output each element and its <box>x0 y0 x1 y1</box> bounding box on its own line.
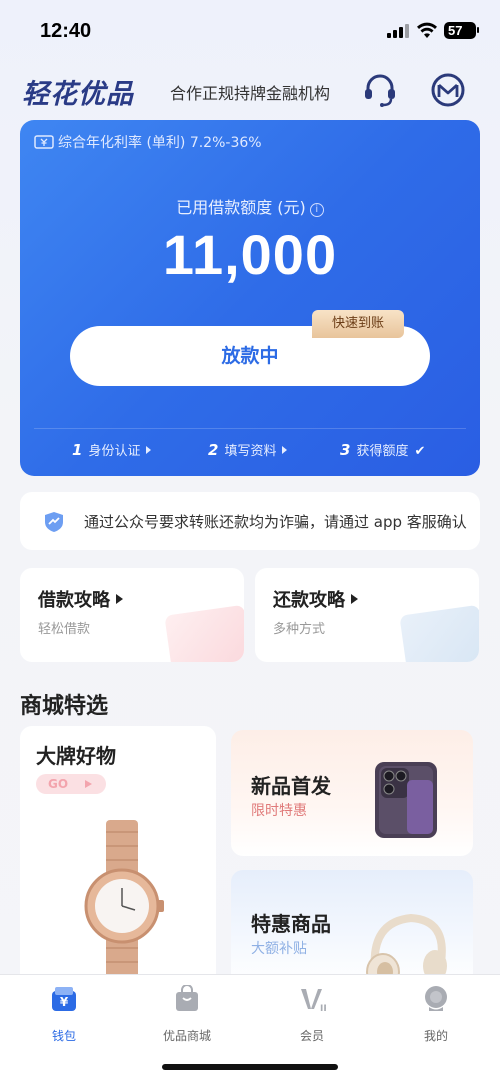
info-icon[interactable]: i <box>309 203 324 217</box>
guide-subtitle: 轻松借款 <box>38 622 91 637</box>
step-number: 1 <box>72 441 83 459</box>
phone-product-image <box>375 762 437 838</box>
vip-icon: IP <box>301 989 330 1014</box>
guide-title: 还款攻略 <box>273 586 358 612</box>
notice-text: 通过公众号要求转账还款均为诈骗，请通过 app 客服确认 <box>84 513 467 531</box>
borrow-guide-card[interactable]: 借款攻略 轻松借款 <box>20 568 244 662</box>
tab-profile[interactable]: 我的 <box>386 985 486 1044</box>
brand-goods-title: 大牌好物 <box>36 744 116 768</box>
tab-wallet[interactable]: ¥ 钱包 <box>14 985 114 1044</box>
new-arrival-subtitle: 限时特惠 <box>251 803 307 819</box>
interest-rate-line: 综合年化利率 (单利) 7.2%-36% <box>34 132 262 152</box>
step-label: 填写资料 <box>224 444 277 459</box>
tab-label: 优品商城 <box>162 1029 211 1043</box>
message-icon[interactable] <box>430 72 466 108</box>
fast-arrival-tag: 快速到账 <box>312 310 404 338</box>
headset-icon[interactable] <box>362 72 398 108</box>
guide-subtitle: 多种方式 <box>273 622 326 637</box>
profile-icon <box>425 986 447 1011</box>
new-arrival-title: 新品首发 <box>251 774 331 798</box>
step-number: 2 <box>208 441 219 459</box>
svg-text:IP: IP <box>320 1004 326 1013</box>
guide-title-text: 还款攻略 <box>273 590 345 611</box>
guide-title-text: 借款攻略 <box>38 590 110 611</box>
shield-icon <box>45 512 63 532</box>
checkmark-icon: ✔ <box>414 444 426 459</box>
special-offer-subtitle: 大额补贴 <box>251 941 307 957</box>
quota-label-text: 已用借款额度 (元) <box>176 198 306 217</box>
shopping-bag-icon <box>176 984 198 1011</box>
tab-label: 钱包 <box>51 1029 76 1043</box>
calendar-check-decoration-icon <box>399 604 479 662</box>
guide-title: 借款攻略 <box>38 586 123 612</box>
special-offer-card[interactable]: 特惠商品 大额补贴 <box>231 870 473 986</box>
home-indicator <box>162 1064 338 1070</box>
step-label: 身份认证 <box>88 444 141 459</box>
repay-guide-card[interactable]: 还款攻略 多种方式 <box>255 568 479 662</box>
calendar-decoration-icon <box>164 604 244 662</box>
wallet-icon: ¥ <box>52 987 76 1011</box>
step-label: 获得额度 <box>356 444 409 459</box>
step-info: 2 填写资料 <box>208 440 288 459</box>
arrow-right-icon <box>282 446 288 454</box>
step-number: 3 <box>340 441 351 459</box>
svg-text:¥: ¥ <box>60 995 69 1009</box>
quota-label: 已用借款额度 (元) i <box>20 194 480 218</box>
fraud-notice-banner[interactable]: 通过公众号要求转账还款均为诈骗，请通过 app 客服确认 <box>20 492 480 550</box>
loan-steps: 1 身份认证 2 填写资料 3 获得额度 ✔ <box>20 440 480 464</box>
signal-icon <box>387 24 409 38</box>
divider <box>34 428 466 429</box>
interest-rate-text: 综合年化利率 (单利) 7.2%-36% <box>58 135 262 151</box>
quota-amount: 11,000 <box>162 223 338 286</box>
app-logo: 轻花优品 <box>22 79 134 110</box>
step-quota: 3 获得额度 ✔ <box>340 440 425 459</box>
status-bar: 12:40 57 <box>0 0 500 60</box>
new-arrival-card[interactable]: 新品首发 限时特惠 <box>231 730 473 856</box>
battery-icon: 57 <box>444 22 479 39</box>
special-offer-title: 特惠商品 <box>251 912 331 936</box>
brand-goods-card[interactable]: 大牌好物 GO <box>20 726 216 986</box>
triangle-right-icon <box>116 594 123 604</box>
wifi-icon <box>417 22 437 38</box>
header-subtitle: 合作正规持牌金融机构 <box>170 84 331 103</box>
step-identity: 1 身份认证 <box>72 440 152 459</box>
tab-mall[interactable]: 优品商城 <box>137 984 237 1044</box>
loan-quota-card: 综合年化利率 (单利) 7.2%-36% 已用借款额度 (元) i 11,000 … <box>20 120 480 476</box>
go-button[interactable]: GO <box>36 774 106 794</box>
rate-ticket-icon <box>34 135 54 149</box>
arrow-right-icon <box>146 446 152 454</box>
tab-label: 会员 <box>299 1029 324 1043</box>
tab-label: 我的 <box>423 1029 448 1043</box>
mall-section-title: 商城特选 <box>20 694 109 719</box>
watch-product-image <box>84 820 164 986</box>
app-header: 轻花优品 合作正规持牌金融机构 <box>0 64 500 116</box>
triangle-right-icon <box>351 594 358 604</box>
status-time: 12:40 <box>40 20 92 42</box>
tab-vip[interactable]: IP 会员 <box>262 985 362 1044</box>
